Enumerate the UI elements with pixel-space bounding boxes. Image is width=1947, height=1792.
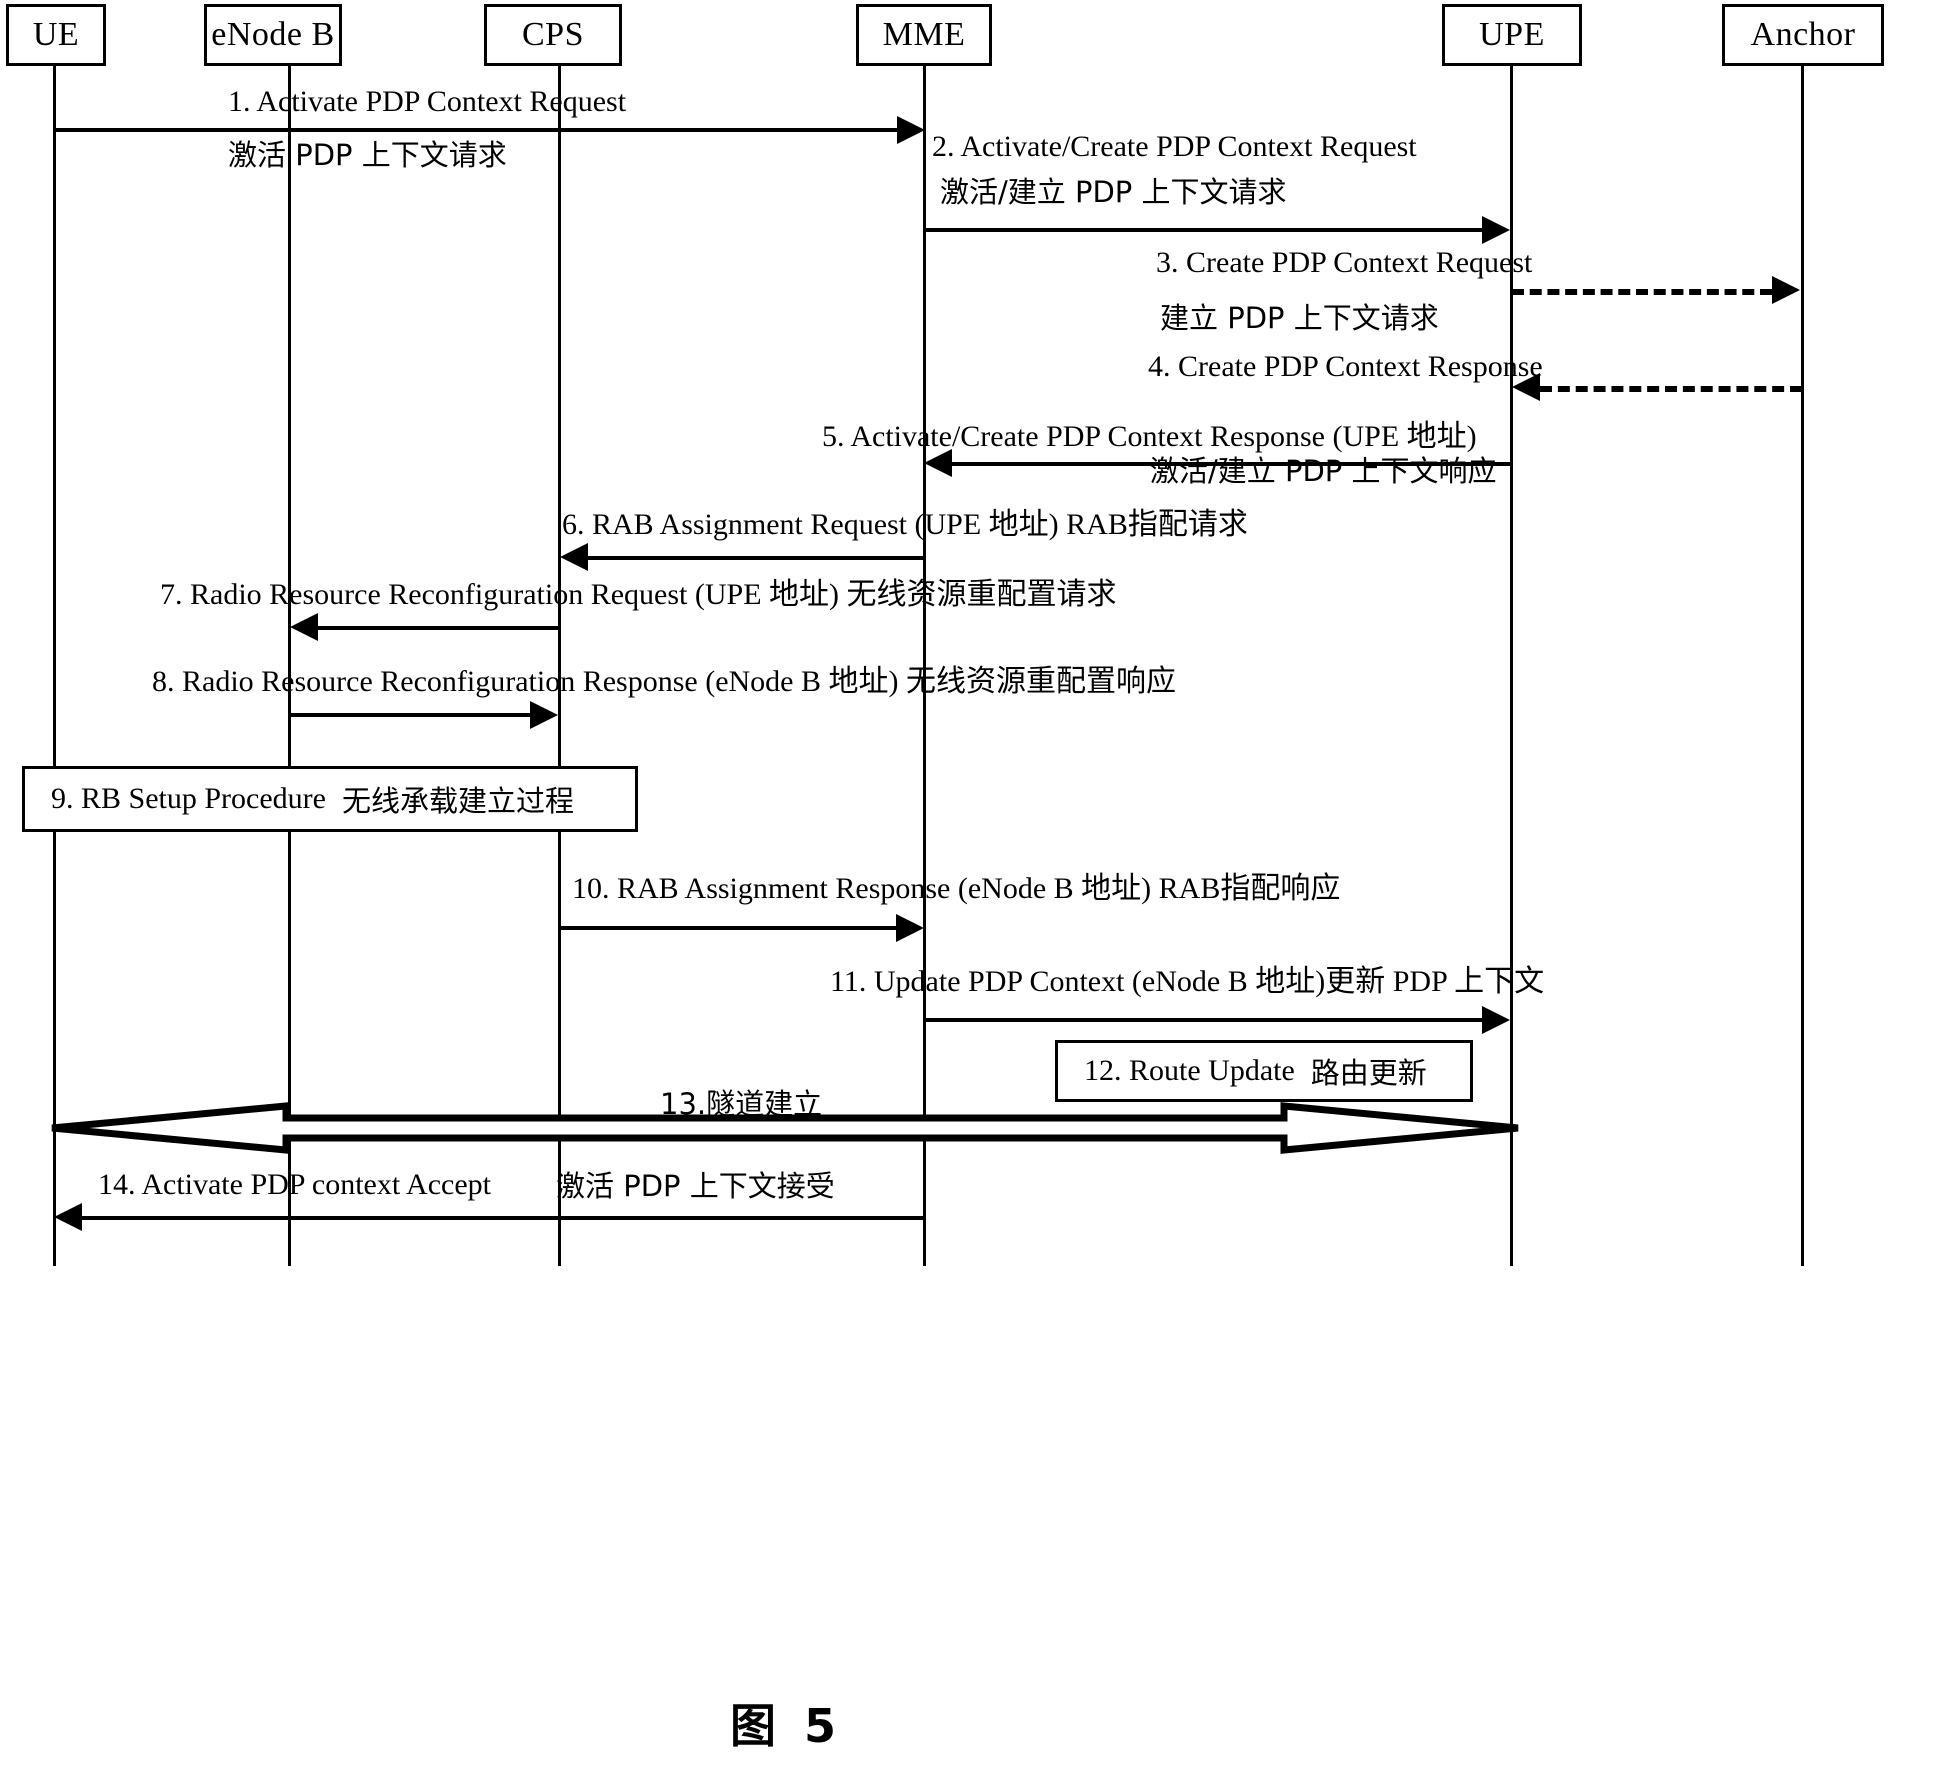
figure-caption: 图 5 <box>730 1699 843 1753</box>
message-8-label-en: 8. Radio Resource Reconfiguration Respon… <box>152 665 1176 698</box>
message-14-line <box>82 1216 923 1220</box>
message-5-arrowhead <box>924 449 952 477</box>
message-4-label-en: 4. Create PDP Context Response <box>1148 350 1543 383</box>
message-11-arrowhead <box>1482 1006 1510 1034</box>
actor-box-upe: UPE <box>1442 4 1582 66</box>
message-6-arrowhead <box>560 543 588 571</box>
message-2-label-en: 2. Activate/Create PDP Context Request <box>932 130 1417 163</box>
message-1-label-cn: 激活 PDP 上下文请求 <box>228 138 507 172</box>
actor-box-anchor: Anchor <box>1722 4 1884 66</box>
procedure-box-12-label-en: 12. Route Update <box>1084 1054 1295 1087</box>
lifeline-ue <box>53 66 56 1266</box>
lifeline-anchor <box>1801 66 1804 1266</box>
actor-box-mme: MME <box>856 4 992 66</box>
procedure-box-9-label-en: 9. RB Setup Procedure <box>51 782 326 815</box>
message-7-line <box>318 626 559 630</box>
message-8-arrowhead <box>530 701 558 729</box>
sequence-diagram: UE eNode B CPS MME UPE Anchor 1. Activat… <box>0 0 1947 1792</box>
actor-box-ue: UE <box>6 4 106 66</box>
message-4-arrowhead <box>1512 373 1540 401</box>
procedure-box-9: 9. RB Setup Procedure 无线承载建立过程 <box>22 766 638 832</box>
actor-box-cps: CPS <box>484 4 622 66</box>
message-2-arrowhead <box>1482 216 1510 244</box>
message-3-label-en: 3. Create PDP Context Request <box>1156 246 1533 279</box>
tunnel-double-arrow-13 <box>50 1098 1520 1158</box>
message-7-label-en: 7. Radio Resource Reconfiguration Reques… <box>160 578 1117 611</box>
message-7-arrowhead <box>290 613 318 641</box>
message-6-line <box>588 556 924 560</box>
message-3-arrowhead <box>1772 276 1800 304</box>
message-5-label-cn: 激活/建立 PDP 上下文响应 <box>1150 454 1497 488</box>
message-6-label-en: 6. RAB Assignment Request (UPE 地址) RAB指配… <box>562 508 1248 541</box>
actor-label-upe: UPE <box>1479 16 1545 53</box>
message-2-line <box>925 228 1483 232</box>
message-4-line <box>1540 386 1802 392</box>
message-3-label-cn: 建立 PDP 上下文请求 <box>1160 301 1439 335</box>
message-14-label-cn: 激活 PDP 上下文接受 <box>556 1169 835 1203</box>
procedure-box-9-label-cn: 无线承载建立过程 <box>341 784 574 818</box>
actor-label-mme: MME <box>882 16 966 53</box>
message-1-arrowhead <box>897 116 925 144</box>
message-1-line <box>55 128 913 132</box>
message-3-line <box>1512 289 1772 295</box>
message-11-label-en: 11. Update PDP Context (eNode B 地址)更新 PD… <box>830 965 1545 998</box>
message-10-arrowhead <box>896 914 924 942</box>
message-11-line <box>925 1018 1483 1022</box>
message-1-label-en: 1. Activate PDP Context Request <box>228 85 627 118</box>
message-5-label-en: 5. Activate/Create PDP Context Response … <box>822 420 1477 453</box>
message-14-arrowhead <box>54 1203 82 1231</box>
actor-label-ue: UE <box>32 16 80 53</box>
message-2-label-cn: 激活/建立 PDP 上下文请求 <box>940 175 1287 209</box>
message-8-line <box>290 713 530 717</box>
procedure-box-12-label-cn: 路由更新 <box>1310 1056 1427 1090</box>
actor-label-enodeb: eNode B <box>211 16 335 53</box>
actor-box-enodeb: eNode B <box>204 4 342 66</box>
message-10-label-en: 10. RAB Assignment Response (eNode B 地址)… <box>572 872 1341 905</box>
message-14-label-en: 14. Activate PDP context Accept <box>98 1168 491 1201</box>
actor-label-cps: CPS <box>522 16 584 53</box>
actor-label-anchor: Anchor <box>1750 16 1856 53</box>
message-10-line <box>560 926 897 930</box>
procedure-box-12: 12. Route Update 路由更新 <box>1055 1040 1473 1102</box>
